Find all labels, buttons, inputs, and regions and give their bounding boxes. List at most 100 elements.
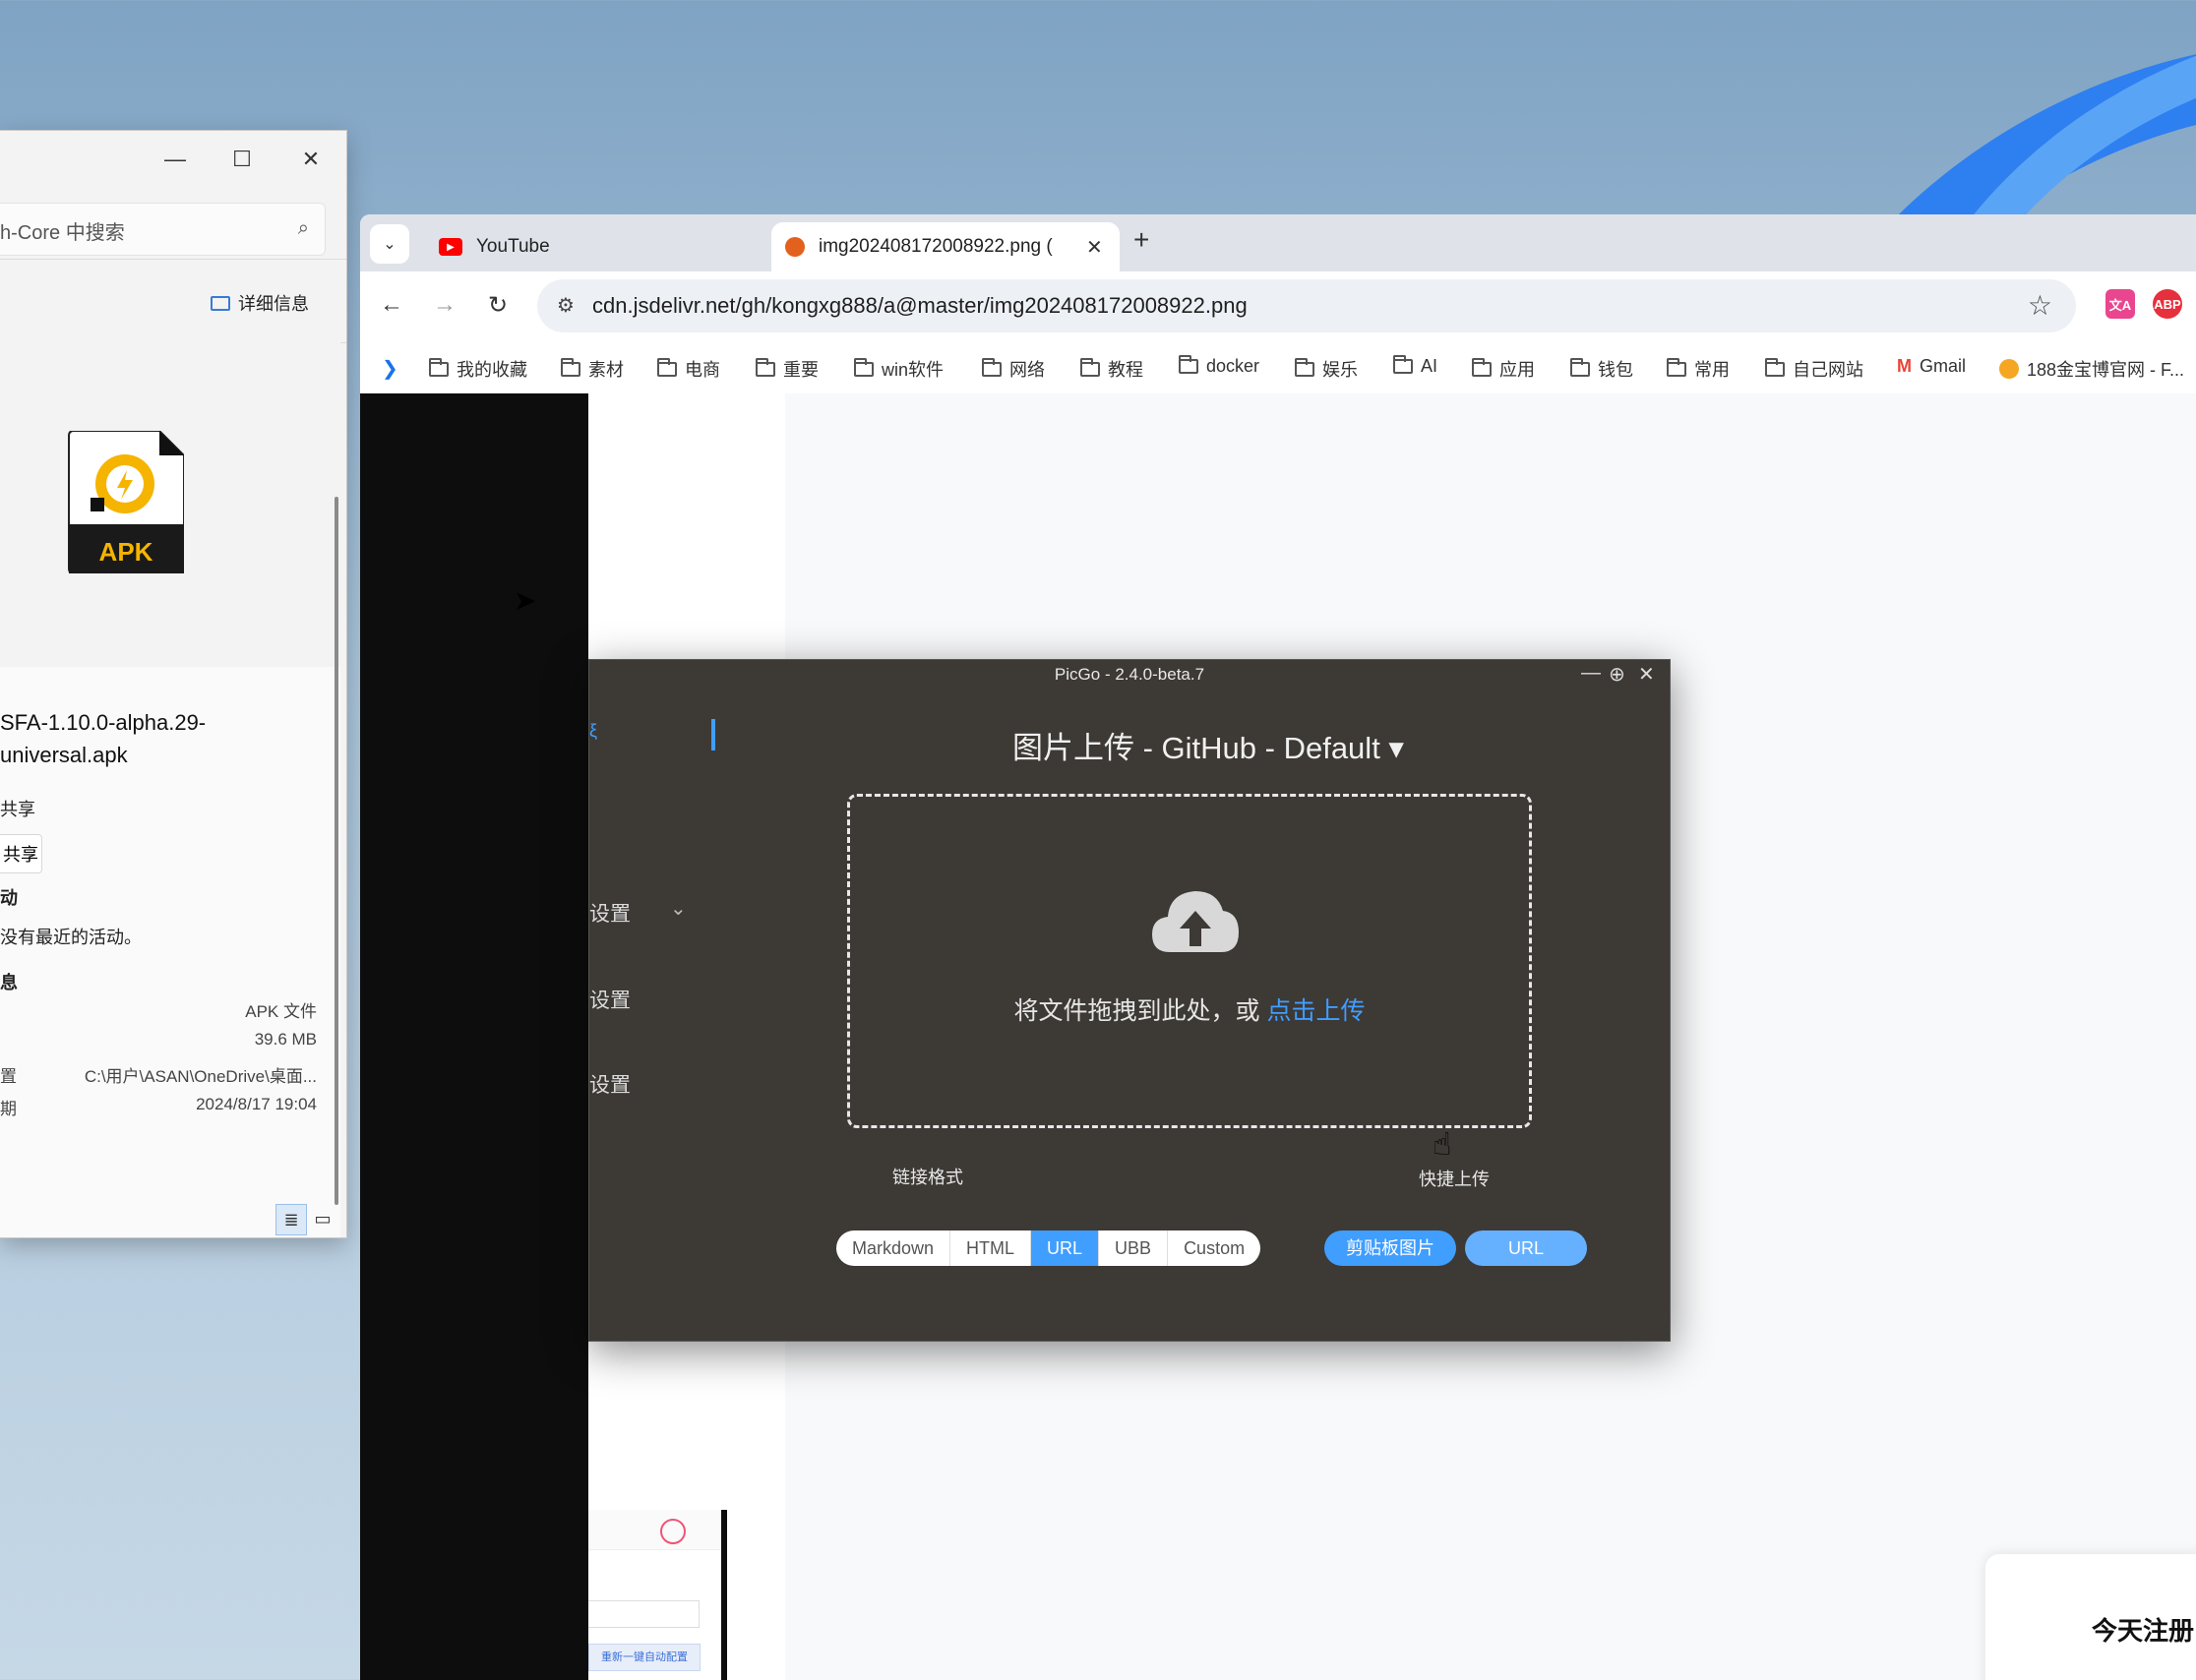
details-button[interactable]: 详细信息 bbox=[211, 290, 309, 316]
prop-date: 2024/8/17 19:04 bbox=[196, 1095, 317, 1113]
reload-icon[interactable]: ↻ bbox=[478, 285, 518, 325]
click-upload-link[interactable]: 点击上传 bbox=[1266, 997, 1365, 1025]
search-placeholder: h-Core 中搜索 bbox=[0, 222, 125, 244]
bookmark-folder[interactable]: docker bbox=[1179, 355, 1259, 377]
close-icon[interactable]: ✕ bbox=[1638, 662, 1655, 687]
bookmark-folder[interactable]: 钱包 bbox=[1570, 356, 1633, 382]
bookmark-folder[interactable]: 自己网站 bbox=[1765, 356, 1863, 382]
link-format-selector: Markdown HTML URL UBB Custom bbox=[836, 1230, 1261, 1266]
adblock-extension-icon[interactable]: ABP bbox=[2153, 289, 2182, 319]
apk-file-icon: APK bbox=[68, 431, 184, 573]
hand-cursor-icon: ☝ bbox=[1433, 1126, 1452, 1162]
sidebar-item-settings[interactable]: 设置 bbox=[589, 985, 631, 1014]
prop-type: APK 文件 bbox=[245, 1002, 317, 1021]
picgo-window: PicGo - 2.4.0-beta.7 — ⊕ ✕ ξ 设置 ⌄ 设置 设置 … bbox=[588, 659, 1671, 1342]
format-ubb[interactable]: UBB bbox=[1099, 1230, 1169, 1266]
embedded-input bbox=[588, 1600, 700, 1628]
activity-text: 没有最近的活动。 bbox=[0, 928, 142, 947]
url-upload-button[interactable]: URL bbox=[1465, 1230, 1587, 1266]
promo-text: 今天注册 bbox=[2092, 1616, 2195, 1646]
folder-icon bbox=[1570, 357, 1590, 377]
close-tab-icon[interactable]: ✕ bbox=[1086, 235, 1103, 260]
link-format-label: 链接格式 bbox=[892, 1168, 963, 1187]
cloud-upload-icon bbox=[1152, 891, 1239, 952]
mouse-pointer-icon: ➤ bbox=[514, 585, 537, 616]
close-button[interactable]: ✕ bbox=[291, 143, 331, 176]
folder-icon bbox=[756, 357, 775, 377]
bookmark-folder[interactable]: 教程 bbox=[1080, 356, 1143, 382]
tab-search-chevron-icon[interactable]: ⌄ bbox=[370, 224, 409, 264]
tab-youtube[interactable]: ▶ YouTube ✕ bbox=[419, 222, 823, 271]
avatar bbox=[660, 1519, 686, 1544]
scrollbar[interactable] bbox=[335, 497, 338, 1205]
format-html[interactable]: HTML bbox=[950, 1230, 1032, 1266]
new-tab-icon[interactable]: + bbox=[1133, 224, 1149, 256]
forward-arrow-icon[interactable]: → bbox=[425, 285, 464, 325]
bookmark-folder[interactable]: 电商 bbox=[657, 356, 720, 382]
bookmark-folder[interactable]: 重要 bbox=[756, 356, 819, 382]
folder-icon bbox=[1080, 357, 1100, 377]
url-text: cdn.jsdelivr.net/gh/kongxg888/a@master/i… bbox=[592, 293, 1248, 318]
embedded-divider bbox=[721, 1510, 727, 1680]
prop-location: C:\用户\ASAN\OneDrive\桌面... bbox=[84, 1067, 317, 1086]
format-markdown[interactable]: Markdown bbox=[836, 1230, 951, 1266]
svg-text:APK: APK bbox=[99, 537, 153, 567]
back-arrow-icon[interactable]: ← bbox=[372, 285, 411, 325]
tab-image[interactable]: img202408172008922.png ( ✕ bbox=[771, 222, 1120, 271]
minimize-button[interactable]: — bbox=[155, 143, 195, 176]
file-name: SFA-1.10.0-alpha.29- universal.apk bbox=[0, 710, 207, 767]
upload-heading[interactable]: 图片上传 - GitHub - Default ▾ bbox=[589, 723, 1670, 767]
sidebar-item-settings[interactable]: 设置 ⌄ bbox=[589, 898, 687, 928]
bookmark-gmail[interactable]: M Gmail bbox=[1897, 356, 1966, 377]
bookmark-folder[interactable]: 素材 bbox=[561, 356, 624, 382]
sidebar-item-settings[interactable]: 设置 bbox=[589, 1069, 631, 1099]
quick-upload-label: 快捷上传 bbox=[1419, 1170, 1490, 1189]
pin-icon[interactable]: ⊕ bbox=[1609, 662, 1625, 687]
folder-icon bbox=[1472, 357, 1492, 377]
bookmark-folder[interactable]: 常用 bbox=[1667, 356, 1730, 382]
folder-icon bbox=[561, 357, 580, 377]
promo-card[interactable]: 今天注册 bbox=[1985, 1554, 2196, 1680]
dropzone-text: 将文件拖拽到此处，或 点击上传 bbox=[1013, 997, 1366, 1025]
search-icon[interactable]: ⌕ bbox=[298, 217, 309, 240]
format-url[interactable]: URL bbox=[1031, 1230, 1100, 1266]
image-dark-area bbox=[360, 393, 588, 1680]
bookmark-folder[interactable]: win软件 bbox=[854, 356, 944, 382]
translate-extension-icon[interactable]: 文A bbox=[2105, 289, 2135, 319]
folder-icon bbox=[1393, 355, 1413, 374]
folder-icon bbox=[1765, 357, 1785, 377]
bookmark-folder[interactable]: AI bbox=[1393, 355, 1437, 377]
embedded-header bbox=[588, 1510, 726, 1550]
bookmark-folder[interactable]: 网络 bbox=[982, 356, 1045, 382]
share-caption: 共享 bbox=[0, 800, 35, 819]
list-view-icon[interactable]: ≣ bbox=[275, 1204, 307, 1235]
explorer-titlebar: — ☐ ✕ bbox=[0, 131, 346, 188]
minimize-icon[interactable]: — bbox=[1581, 662, 1601, 685]
folder-icon bbox=[982, 357, 1002, 377]
search-input[interactable]: h-Core 中搜索 ⌕ bbox=[0, 203, 326, 256]
prop-key: 置 bbox=[0, 1067, 17, 1086]
divider bbox=[0, 259, 346, 260]
file-explorer-window: — ☐ ✕ h-Core 中搜索 ⌕ 详细信息 APK SFA-1.10.0-a… bbox=[0, 130, 347, 1238]
address-bar[interactable]: ⚙ cdn.jsdelivr.net/gh/kongxg888/a@master… bbox=[537, 279, 2076, 332]
share-button[interactable]: 共享 bbox=[0, 834, 42, 873]
maximize-button[interactable]: ☐ bbox=[222, 143, 262, 176]
window-title: PicGo - 2.4.0-beta.7 bbox=[1054, 665, 1205, 684]
chevron-down-icon: ⌄ bbox=[670, 898, 687, 920]
folder-icon bbox=[1295, 357, 1314, 377]
bookmark-folder[interactable]: 应用 bbox=[1472, 356, 1535, 382]
clipboard-upload-button[interactable]: 剪贴板图片 bbox=[1324, 1230, 1456, 1266]
site-info-icon[interactable]: ⚙ bbox=[557, 293, 575, 318]
activity-heading: 动 bbox=[0, 888, 18, 908]
upload-dropzone[interactable]: 将文件拖拽到此处，或 点击上传 bbox=[847, 794, 1532, 1128]
folder-icon bbox=[1667, 357, 1686, 377]
bookmark-star-icon[interactable]: ☆ bbox=[2028, 289, 2052, 322]
bookmark-site[interactable]: 188金宝博官网 - F... bbox=[1999, 356, 2184, 382]
format-custom[interactable]: Custom bbox=[1168, 1230, 1260, 1266]
bookmark-folder[interactable]: 娱乐 bbox=[1295, 356, 1358, 382]
bookmark-app-icon[interactable]: ❯ bbox=[382, 356, 398, 381]
jsdelivr-icon bbox=[785, 237, 805, 257]
tile-view-icon[interactable]: ▭ bbox=[308, 1204, 337, 1233]
tab-label: YouTube bbox=[476, 236, 550, 257]
bookmark-folder[interactable]: 我的收藏 bbox=[429, 356, 527, 382]
